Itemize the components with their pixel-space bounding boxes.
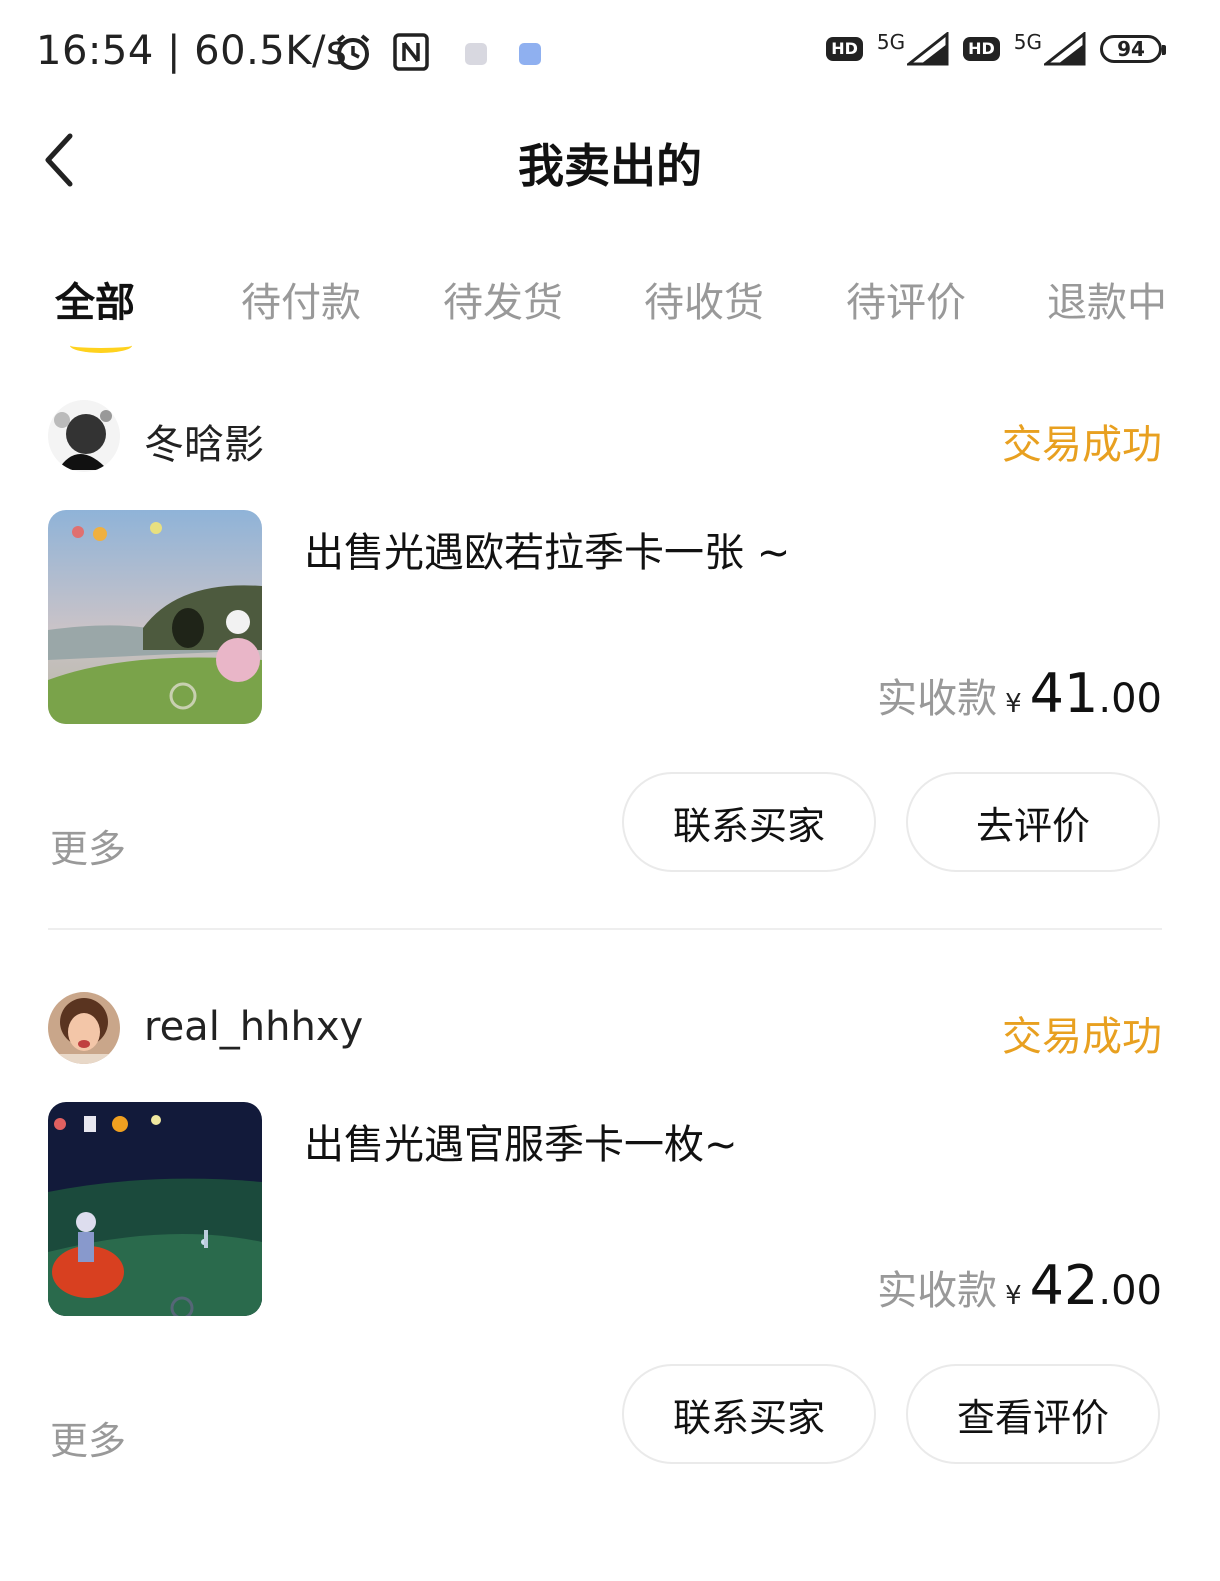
signal-icon [907, 32, 949, 66]
tab-pending-receipt[interactable]: 待收货 [644, 270, 764, 328]
nav-header: 我卖出的 [0, 110, 1220, 210]
app-notification-icon [465, 43, 487, 65]
currency-symbol: ¥ [1005, 689, 1022, 719]
tab-refunding[interactable]: 退款中 [1047, 270, 1167, 328]
tab-pending-shipment[interactable]: 待发货 [443, 270, 563, 328]
contact-buyer-button[interactable]: 联系买家 [622, 772, 876, 872]
divider [48, 928, 1162, 930]
status-bar: 16:54 | 60.5K/s HD 5G HD 5G 94 [0, 0, 1220, 110]
product-thumbnail[interactable] [48, 510, 262, 724]
signal-icon [1044, 32, 1086, 66]
contact-buyer-button[interactable]: 联系买家 [622, 1364, 876, 1464]
order-card: real_hhhxy 交易成功 出售光遇官服季卡一枚~ 实收款 ¥ 42 .00… [48, 992, 1162, 1472]
more-button[interactable]: 更多 [50, 818, 126, 873]
price-decimal: .00 [1098, 676, 1162, 722]
status-icons-left [333, 32, 541, 76]
buyer-row: real_hhhxy 交易成功 [48, 992, 1162, 1064]
hd-badge-2: HD [963, 37, 1000, 61]
buyer-row: 冬晗影 交易成功 [48, 400, 1162, 472]
tab-pending-review[interactable]: 待评价 [846, 270, 966, 328]
battery-icon: 94 [1100, 35, 1166, 63]
signal-2: 5G [1014, 32, 1086, 66]
status-icons-right: HD 5G HD 5G 94 [826, 32, 1166, 66]
network-type-1: 5G [876, 30, 906, 54]
avatar[interactable] [48, 992, 120, 1064]
price-integer: 42 [1029, 1254, 1099, 1317]
leave-review-button[interactable]: 去评价 [906, 772, 1160, 872]
tab-pending-payment[interactable]: 待付款 [241, 270, 361, 328]
price-label: 实收款 [877, 1268, 998, 1314]
order-status-tabs: 全部 待付款 待发货 待收货 待评价 退款中 [0, 270, 1220, 360]
active-tab-indicator [70, 338, 132, 353]
status-badge: 交易成功 [1002, 422, 1162, 468]
tab-all[interactable]: 全部 [55, 270, 135, 328]
more-button[interactable]: 更多 [50, 1410, 126, 1465]
price-decimal: .00 [1098, 1268, 1162, 1314]
view-review-button[interactable]: 查看评价 [906, 1364, 1160, 1464]
product-title[interactable]: 出售光遇官服季卡一枚~ [304, 1112, 738, 1170]
avatar[interactable] [48, 400, 120, 472]
product-title[interactable]: 出售光遇欧若拉季卡一张 ~ [304, 520, 790, 578]
signal-1: 5G [877, 32, 949, 66]
price-integer: 41 [1029, 662, 1099, 725]
status-time: 16:54 | 60.5K/s [36, 28, 348, 74]
hd-badge-1: HD [826, 37, 863, 61]
price-row: 实收款 ¥ 42 .00 [877, 1254, 1162, 1317]
currency-symbol: ¥ [1005, 1281, 1022, 1311]
nfc-icon [393, 33, 429, 75]
status-badge: 交易成功 [1002, 1014, 1162, 1060]
network-type-2: 5G [1013, 30, 1042, 54]
buyer-name[interactable]: 冬晗影 [144, 412, 264, 470]
price-label: 实收款 [877, 676, 998, 722]
buyer-name[interactable]: real_hhhxy [144, 1004, 363, 1050]
price-row: 实收款 ¥ 41 .00 [877, 662, 1162, 725]
order-card: 冬晗影 交易成功 出售光遇欧若拉季卡一张 ~ 实收款 ¥ 41 .00 更多 联… [48, 400, 1162, 880]
cloud-notification-icon [519, 43, 541, 65]
product-thumbnail[interactable] [48, 1102, 262, 1316]
alarm-icon [333, 32, 373, 76]
page-title: 我卖出的 [518, 139, 702, 193]
